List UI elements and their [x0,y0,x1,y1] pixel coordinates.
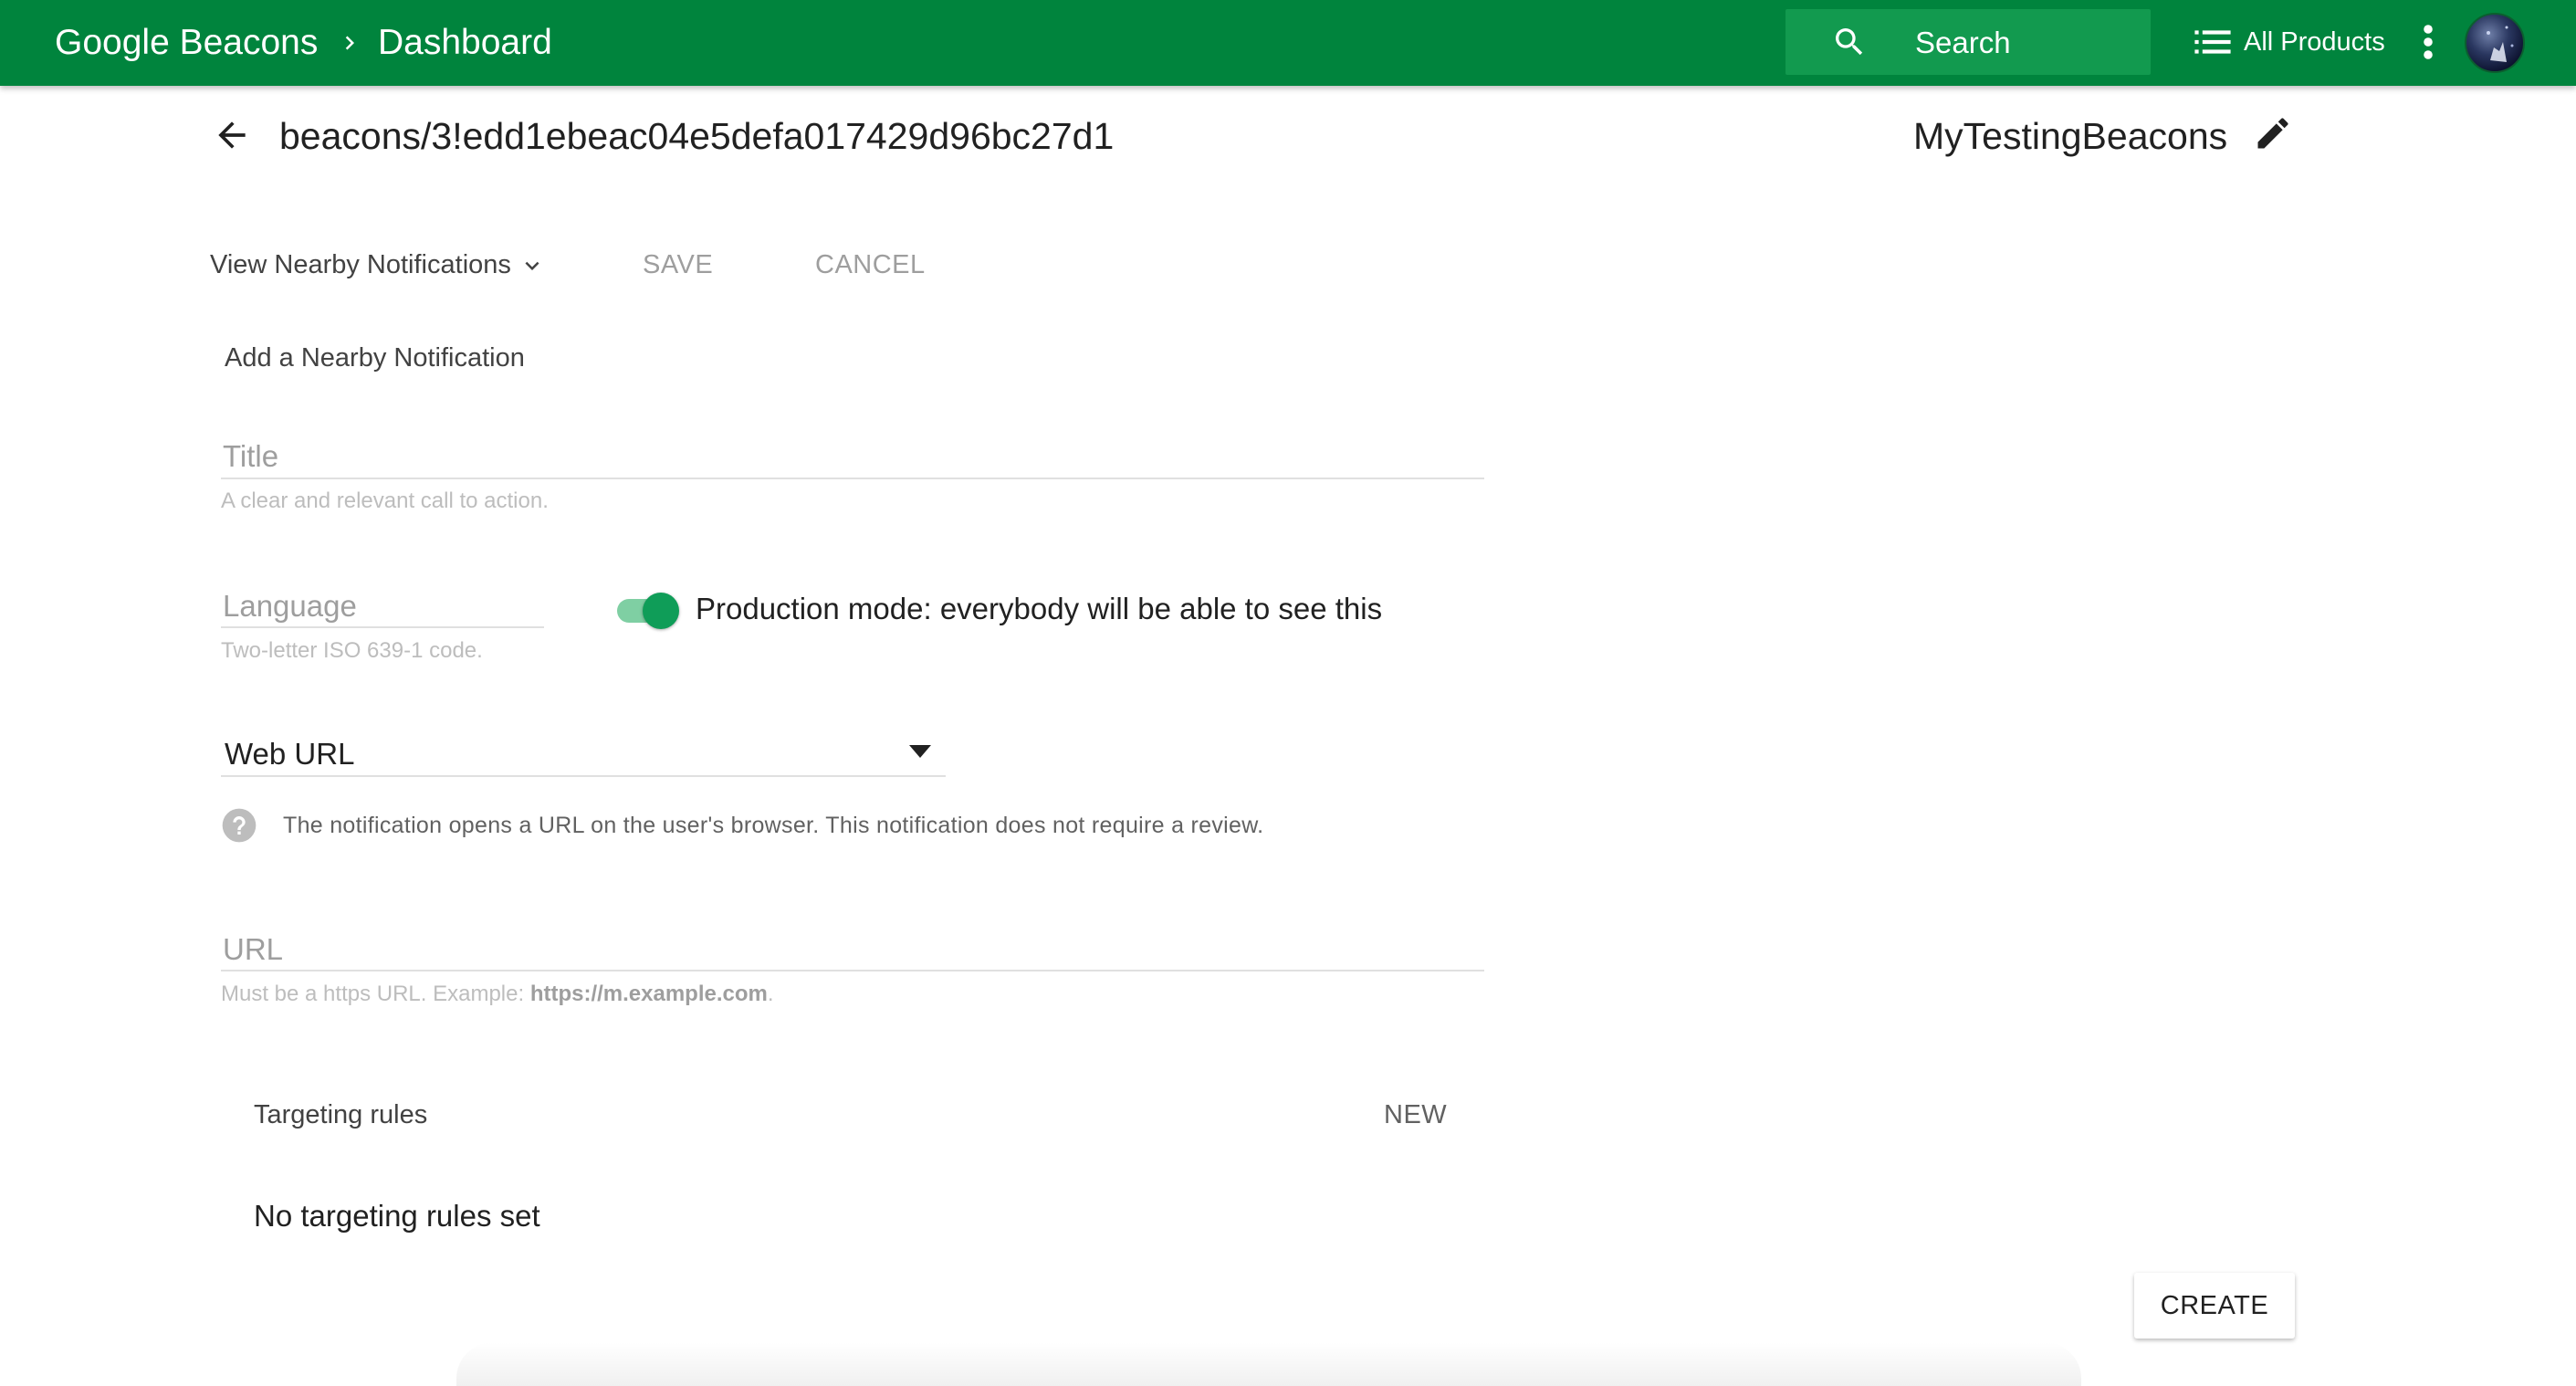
create-button[interactable]: CREATE [2134,1273,2295,1339]
title-helper-text: A clear and relevant call to action. [221,488,549,513]
url-helper-suffix: . [767,982,774,1006]
url-helper-prefix: Must be a https URL. Example: [221,982,530,1006]
new-targeting-rule-button[interactable]: NEW [1384,1096,1447,1134]
title-underline [221,478,1484,479]
targeting-rules-empty-text: No targeting rules set [254,1199,540,1233]
caret-down-icon [909,745,931,758]
search-label: Search [1915,26,2011,59]
save-button[interactable]: SAVE [643,245,713,285]
production-mode-toggle[interactable] [615,590,683,630]
title-input[interactable] [223,435,1482,478]
view-notifications-label: View Nearby Notifications [210,250,511,279]
search-icon [1836,28,1863,56]
chevron-right-icon [345,36,354,50]
beacon-id-title: beacons/3!edd1ebeac04e5defa017429d96bc27… [279,115,1115,157]
url-underline [221,970,1484,971]
help-icon [222,808,257,843]
language-input[interactable] [223,584,539,628]
avatar-image [2487,26,2514,62]
production-mode-label: Production mode: everybody will be able … [696,592,1383,625]
language-helper-text: Two-letter ISO 639-1 code. [221,638,483,663]
url-helper-example: https://m.example.com [529,982,768,1006]
notification-type-underline [221,775,946,777]
language-underline [221,626,544,628]
notification-type-hint: The notification opens a URL on the user… [283,813,1264,838]
url-input[interactable] [223,928,1482,971]
breadcrumb-page-name: Dashboard [378,23,552,62]
cancel-button[interactable]: CANCEL [815,245,926,285]
project-name: MyTestingBeacons [1913,115,2228,157]
chevron-down-icon [525,261,539,270]
notification-type-value: Web URL [225,737,355,771]
list-icon [2194,30,2231,54]
arrow-back-icon[interactable] [212,115,252,155]
view-notifications-dropdown[interactable]: View Nearby Notifications [210,245,539,285]
more-vert-icon[interactable] [2417,20,2439,64]
toggle-thumb [643,593,679,629]
form-heading: Add a Nearby Notification [225,343,525,373]
targeting-rules-heading: Targeting rules [254,1100,428,1129]
pencil-icon[interactable] [2253,113,2293,153]
notification-type-select[interactable]: Web URL [223,734,946,776]
search-box[interactable]: Search [1785,9,2151,75]
url-helper-text: Must be a https URL. Example: https://m.… [221,981,774,1008]
avatar[interactable] [2465,13,2525,73]
top-app-bar: Google Beacons Dashboard Search All Prod… [0,0,2576,86]
bottom-shadow [456,1342,2081,1386]
all-products-label: All Products [2244,27,2385,57]
breadcrumb-app-name[interactable]: Google Beacons [55,22,318,64]
